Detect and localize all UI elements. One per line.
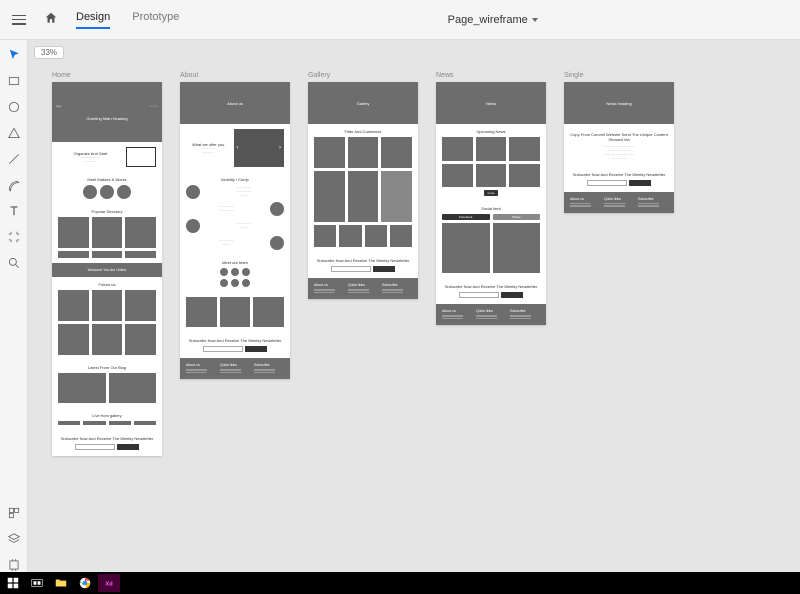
svg-text:Xd: Xd: [105, 581, 113, 587]
zoom-tool[interactable]: [7, 256, 21, 270]
chevron-down-icon: [532, 18, 538, 22]
artboard-about[interactable]: About About us What we offer you— — — ——…: [180, 72, 290, 456]
polygon-tool[interactable]: [7, 126, 21, 140]
home-icon[interactable]: [44, 11, 58, 28]
design-canvas[interactable]: 33% Home logo• • • • •Greeting Main Head…: [28, 40, 800, 572]
start-icon[interactable]: [2, 574, 24, 592]
select-tool[interactable]: [7, 48, 21, 62]
text-tool[interactable]: [7, 204, 21, 218]
file-dropdown[interactable]: Page_wireframe: [448, 14, 538, 26]
tab-design[interactable]: Design: [76, 11, 110, 29]
rectangle-tool[interactable]: [7, 74, 21, 88]
pen-tool[interactable]: [7, 178, 21, 192]
artboard-single[interactable]: Single News heading Copy From Commit Web…: [564, 72, 674, 456]
assets-icon[interactable]: [7, 506, 21, 520]
app-toolbar: Design Prototype Page_wireframe: [0, 0, 800, 40]
layers-icon[interactable]: [7, 532, 21, 546]
line-tool[interactable]: [7, 152, 21, 166]
tool-panel: [0, 40, 28, 572]
mode-tabs: Design Prototype: [76, 11, 179, 29]
ellipse-tool[interactable]: [7, 100, 21, 114]
chrome-icon[interactable]: [74, 574, 96, 592]
adobe-xd-icon[interactable]: Xd: [98, 574, 120, 592]
tab-prototype[interactable]: Prototype: [132, 11, 179, 29]
zoom-indicator[interactable]: 33%: [34, 46, 64, 59]
artboard-news[interactable]: News News Upcoming News more Social feed…: [436, 72, 546, 456]
artboard-home[interactable]: Home logo• • • • •Greeting Main Heading …: [52, 72, 162, 456]
taskview-icon[interactable]: [26, 574, 48, 592]
artboard-tool[interactable]: [7, 230, 21, 244]
windows-taskbar: Xd: [0, 572, 800, 594]
plugins-icon[interactable]: [7, 558, 21, 572]
artboard-gallery[interactable]: Gallery Gallery Filter And Customize Sub…: [308, 72, 418, 456]
file-explorer-icon[interactable]: [50, 574, 72, 592]
hamburger-icon[interactable]: [12, 15, 26, 25]
